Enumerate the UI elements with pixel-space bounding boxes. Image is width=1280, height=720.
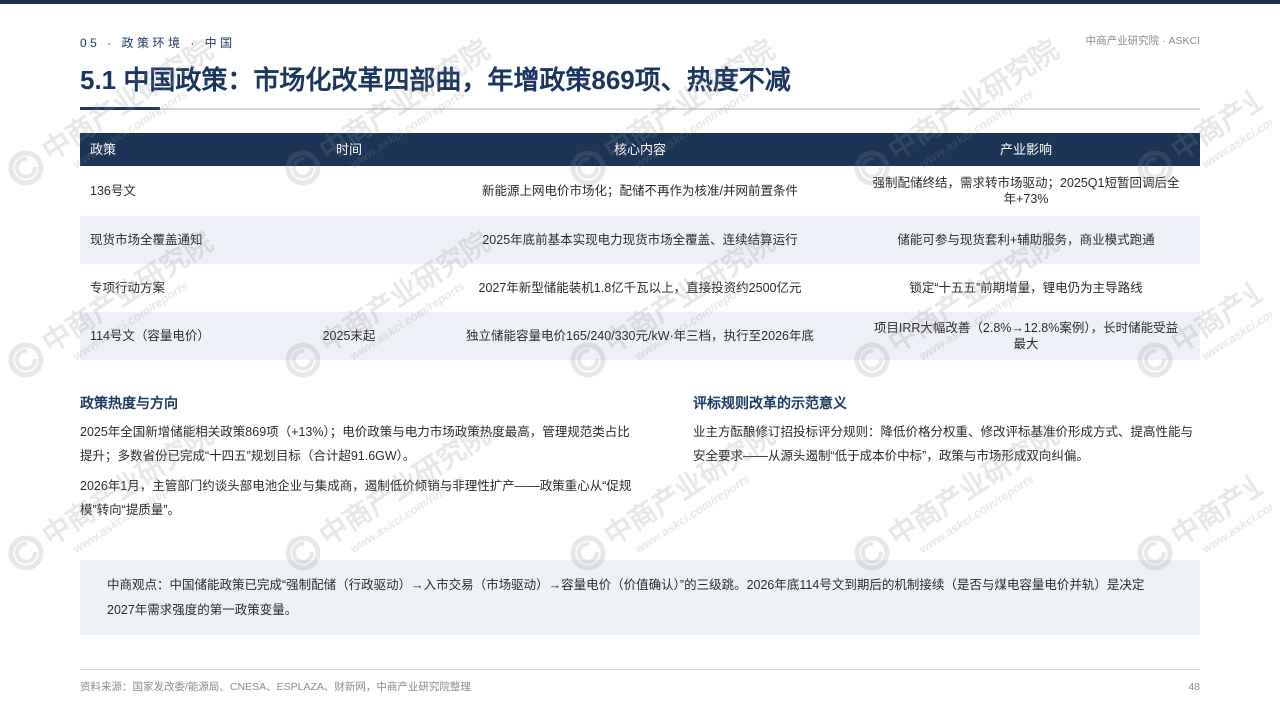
column-header-core-content: 核心内容: [428, 133, 852, 166]
industry-impact-cell: 锁定“十五五”前期增量，锂电仍为主导路线: [852, 264, 1200, 312]
table-header: 政策 时间 核心内容 产业影响: [80, 133, 1200, 166]
watermark-url: www.askci.com/reports: [1199, 305, 1277, 364]
table-row: 114号文（容量电价） 2025末起 独立储能容量电价165/240/330元/…: [80, 312, 1200, 360]
time-cell: [270, 166, 428, 216]
table-header-row: 政策 时间 核心内容 产业影响: [80, 133, 1200, 166]
askci-logo-icon: [8, 535, 44, 571]
column-header-industry-impact: 产业影响: [852, 133, 1200, 166]
core-content-cell: 独立储能容量电价165/240/330元/kW·年三档，执行至2026年底: [428, 312, 852, 360]
title-divider: [80, 108, 1200, 110]
policy-cell: 专项行动方案: [90, 281, 166, 295]
title-accent-bar: [80, 107, 160, 110]
report-page: 05 · 政策环境 · 中国 中商产业研究院 · ASKCI 5.1 中国政策：…: [0, 0, 1280, 720]
watermark-name: 中商产业研究院: [1165, 470, 1268, 552]
page-number: 48: [1188, 681, 1200, 693]
industry-impact-cell: 项目IRR大幅改善（2.8%→12.8%案例），长时储能受益最大: [852, 312, 1200, 360]
bidding-reform-body: 业主方酝酿修订招投标评分规则：降低价格分权重、修改评标基准价形成方式、提高性能与…: [693, 420, 1200, 474]
core-content-cell: 新能源上网电价市场化；配储不再作为核准/并网前置条件: [482, 184, 798, 198]
analyst-view-callout: 中商观点：中国储能政策已完成“强制配储（行政驱动）→入市交易（市场驱动）→容量电…: [80, 560, 1200, 635]
analyst-view-text: 中商观点：中国储能政策已完成“强制配储（行政驱动）→入市交易（市场驱动）→容量电…: [107, 578, 1145, 617]
breadcrumb: 05 · 政策环境 · 中国: [80, 36, 236, 50]
industry-impact-text: 强制配储终结，需求转市场驱动；2025Q1短暂回调后全年+73%: [872, 176, 1180, 206]
time-cell: [270, 216, 428, 264]
table-body: 136号文 新能源上网电价市场化；配储不再作为核准/并网前置条件 强制配储终结，…: [80, 166, 1200, 360]
column-header-time: 时间: [270, 133, 428, 166]
footer-divider: [80, 669, 1200, 670]
time-cell: [270, 264, 428, 312]
policy-heat-heading: 政策热度与方向: [80, 395, 178, 411]
column-header-policy: 政策: [80, 133, 270, 166]
policy-cell: 现货市场全覆盖通知: [80, 216, 270, 264]
policy-cell: 136号文: [90, 184, 136, 198]
brand-label: 中商产业研究院 · ASKCI: [1085, 35, 1200, 47]
time-cell: 2025末起: [270, 312, 428, 360]
source-note: 资料来源：国家发改委/能源局、CNESA、ESPLAZA、财新网，中商产业研究院…: [80, 681, 471, 693]
watermark-url: www.askci.com/reports: [1199, 113, 1277, 172]
industry-impact-text: 项目IRR大幅改善（2.8%→12.8%案例），长时储能受益最大: [873, 321, 1179, 351]
industry-impact-cell: 储能可参与现货套利+辅助服务，商业模式跑通: [852, 216, 1200, 264]
table-row: 专项行动方案 2027年新型储能装机1.8亿千瓦以上，直接投资约2500亿元 锁…: [80, 264, 1200, 312]
table-row: 136号文 新能源上网电价市场化；配储不再作为核准/并网前置条件 强制配储终结，…: [80, 166, 1200, 216]
askci-logo-icon: [8, 342, 44, 378]
bidding-reform-heading: 评标规则改革的示范意义: [693, 395, 847, 411]
industry-impact-text: 锁定“十五五”前期增量，锂电仍为主导路线: [909, 281, 1143, 295]
table-row: 现货市场全覆盖通知 2025年底前基本实现电力现货市场全覆盖、连续结算运行 储能…: [80, 216, 1200, 264]
watermark-url: www.askci.com/reports: [1199, 498, 1277, 557]
policy-heat-body: 2025年全国新增储能相关政策869项（+13%）；电价政策与电力市场政策热度最…: [80, 420, 640, 528]
policy-cell: 114号文（容量电价）: [80, 312, 270, 360]
askci-logo-icon: [8, 150, 44, 186]
policy-heat-paragraph: 2026年1月，主管部门约谈头部电池企业与集成商，遏制低价倾销与非理性扩产——政…: [80, 479, 632, 517]
page-title: 5.1 中国政策：市场化改革四部曲，年增政策869项、热度不减: [80, 65, 791, 95]
core-content-cell: 2027年新型储能装机1.8亿千瓦以上，直接投资约2500亿元: [478, 281, 802, 295]
industry-impact-cell: 强制配储终结，需求转市场驱动；2025Q1短暂回调后全年+73%: [852, 166, 1200, 216]
bidding-reform-paragraph: 业主方酝酿修订招投标评分规则：降低价格分权重、修改评标基准价形成方式、提高性能与…: [693, 425, 1194, 463]
core-content-cell: 2025年底前基本实现电力现货市场全覆盖、连续结算运行: [428, 216, 852, 264]
policy-table: 政策 时间 核心内容 产业影响 136号文 新能源上网电价市场化；配储不再作为核…: [80, 133, 1200, 360]
industry-impact-text: 储能可参与现货套利+辅助服务，商业模式跑通: [897, 233, 1155, 247]
top-stripe: [0, 0, 1280, 4]
policy-heat-paragraph: 2025年全国新增储能相关政策869项（+13%）；电价政策与电力市场政策热度最…: [80, 425, 630, 463]
